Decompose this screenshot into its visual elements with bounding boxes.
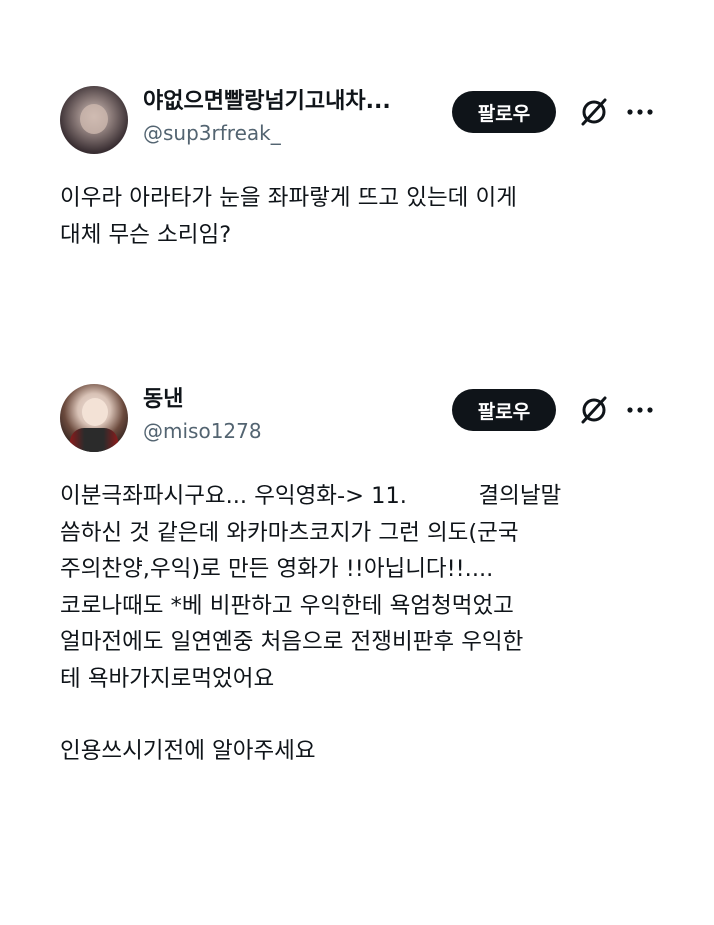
user-handle[interactable]: @sup3rfreak_: [143, 118, 391, 148]
post-text: 이분극좌파시구요... 우익영화-> 11. 결의날말 씀하신 것 같은데 와카…: [60, 478, 670, 770]
post-text-line: 이우라 아라타가 눈을 좌파랗게 뜨고 있는데 이게: [60, 185, 517, 211]
avatar[interactable]: [60, 86, 128, 154]
grok-icon[interactable]: [577, 95, 611, 129]
avatar-shirt: [70, 428, 118, 452]
follow-button[interactable]: 팔로우: [452, 91, 556, 133]
post-1: 야없으면빨랑넘기고내차... @sup3rfreak_ 팔로우 이우라 아라타가…: [0, 80, 714, 248]
post-text-line: 인용쓰시기전에 알아주세요: [60, 738, 316, 764]
more-icon[interactable]: [625, 97, 655, 127]
post-text-line: 테 욕바가지로먹었어요: [60, 665, 275, 692]
post-text-line: 얼마전에도 일연옌중 처음으로 전쟁비판후 우익한: [60, 629, 524, 655]
avatar-face: [82, 398, 108, 426]
avatar-face: [80, 104, 108, 134]
post-header: 야없으면빨랑넘기고내차... @sup3rfreak_ 팔로우: [0, 80, 714, 156]
post-text-line: 대체 무슨 소리임?: [60, 221, 232, 248]
author-info: 야없으면빨랑넘기고내차... @sup3rfreak_: [143, 88, 391, 148]
display-name[interactable]: 동낸: [143, 386, 262, 414]
grok-icon[interactable]: [577, 393, 611, 427]
post-text: 이우라 아라타가 눈을 좌파랗게 뜨고 있는데 이게 대체 무슨 소리임?: [60, 180, 670, 253]
display-name[interactable]: 야없으면빨랑넘기고내차...: [143, 88, 391, 116]
post-header: 동낸 @miso1278 팔로우: [0, 378, 714, 454]
user-handle[interactable]: @miso1278: [143, 416, 262, 446]
author-info: 동낸 @miso1278: [143, 386, 262, 446]
follow-button[interactable]: 팔로우: [452, 389, 556, 431]
more-icon[interactable]: [625, 395, 655, 425]
post-text-line: 주의찬양,우익)로 만든 영화가 !!아닙니다!!....: [60, 556, 494, 582]
avatar[interactable]: [60, 384, 128, 452]
post-2: 동낸 @miso1278 팔로우 이분극좌파시구요... 우익영화-> 11. …: [0, 378, 714, 764]
post-text-line: 이분극좌파시구요... 우익영화-> 11. 결의날말: [60, 483, 562, 509]
post-text-line: 코로나때도 *베 비판하고 우익한테 욕엄청먹었고: [60, 592, 514, 619]
post-text-line: 씀하신 것 같은데 와카마츠코지가 그런 의도(군국: [60, 519, 519, 546]
